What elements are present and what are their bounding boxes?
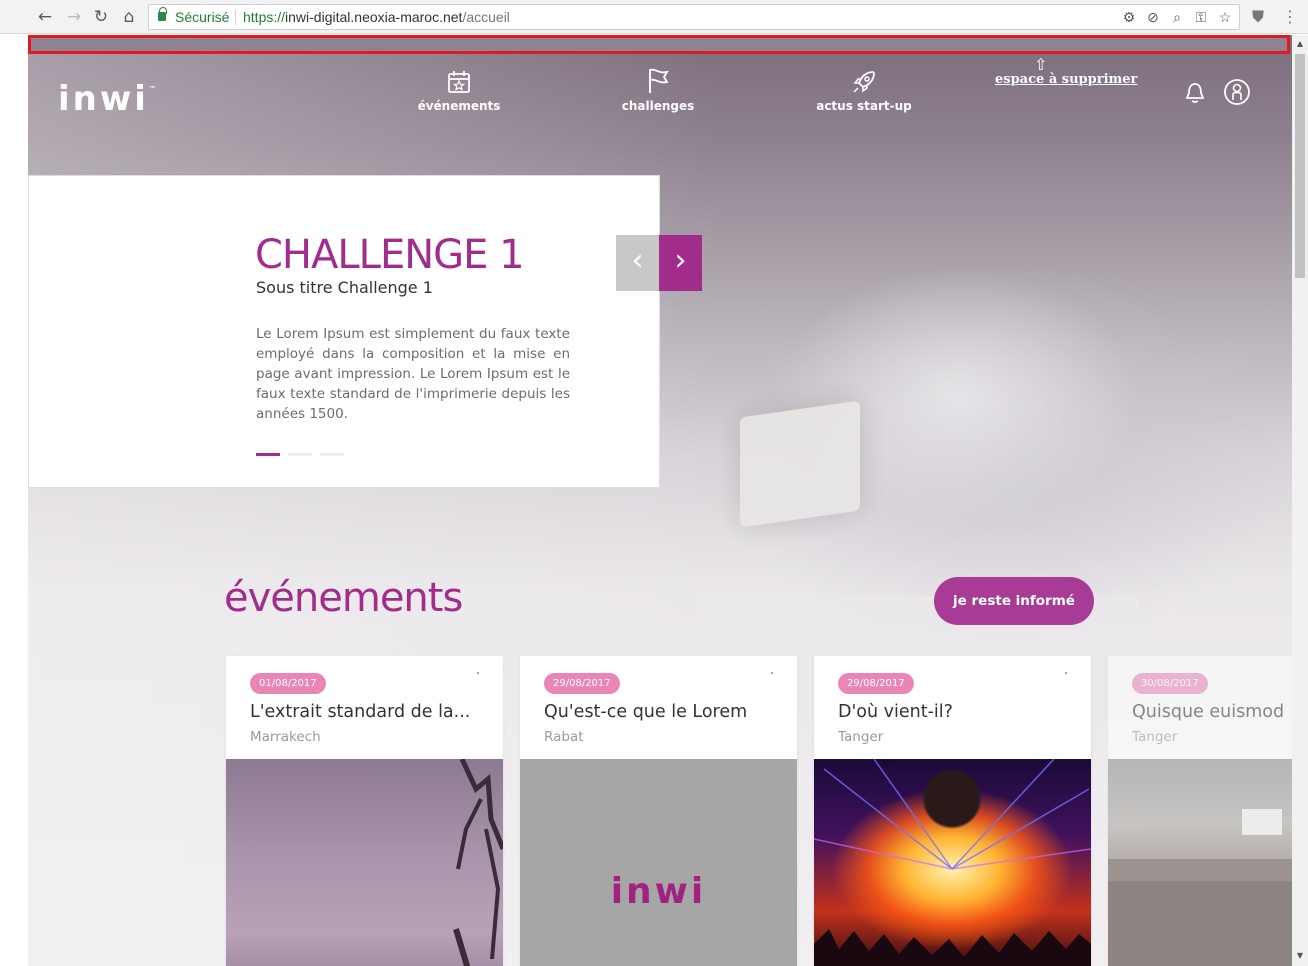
browser-toolbar: ← → ↻ ⌂ Sécurisé https://inwi-digital.ne…	[0, 0, 1308, 34]
event-title: L'extrait standard de la...	[250, 702, 471, 722]
event-image-conference	[1108, 759, 1292, 966]
rocket-icon	[853, 71, 875, 93]
bookmark-star-icon[interactable]: ☆	[1217, 5, 1233, 29]
event-city: Tanger	[1132, 729, 1178, 745]
url-host: inwi-digital.neoxia-maroc.net	[285, 9, 463, 25]
scroll-down-icon[interactable]: ▼	[1294, 950, 1306, 962]
hero-image-block	[740, 400, 860, 528]
slide-text: Le Lorem Ipsum est simplement du faux te…	[256, 326, 570, 422]
event-title: Quisque euismod	[1132, 702, 1285, 722]
flag-icon	[649, 68, 669, 93]
card-menu-icon[interactable]	[1065, 672, 1067, 674]
reload-icon[interactable]: ↻	[90, 6, 112, 28]
inwi-logo[interactable]: inwi™	[58, 79, 156, 119]
event-card[interactable]: 29/08/2017 Qu'est-ce que le Lorem Rabat …	[520, 656, 797, 966]
zoom-icon[interactable]: ⌕	[1169, 5, 1185, 29]
event-date-badge: 01/08/2017	[250, 673, 326, 694]
highlight-frame	[28, 35, 1290, 54]
nav-evenements[interactable]: événements	[389, 69, 529, 113]
site-settings-icon[interactable]: ⚙	[1121, 5, 1137, 29]
logo-trademark: ™	[148, 85, 156, 93]
event-card[interactable]: 30/08/2017 Quisque euismod Tanger	[1108, 656, 1292, 966]
secure-label: Sécurisé	[175, 9, 230, 25]
address-separator	[235, 10, 236, 25]
nav-challenges-label: challenges	[621, 99, 695, 113]
slide-next-button[interactable]: ›	[659, 235, 702, 291]
tree-branch-silhouette	[453, 757, 503, 966]
page-viewport: inwi™ événements challenges actus start-…	[28, 35, 1292, 966]
nav-actus-label: actus start-up	[816, 99, 912, 113]
event-image-concert	[814, 758, 1091, 966]
card-menu-icon[interactable]	[771, 672, 773, 674]
events-section-title: événements	[224, 575, 463, 621]
user-account-icon[interactable]	[1223, 78, 1251, 106]
key-icon[interactable]: ⚿	[1193, 5, 1209, 29]
event-city: Rabat	[544, 729, 584, 745]
scrollbar-thumb[interactable]	[1295, 54, 1305, 278]
slide-prev-button[interactable]: ‹	[616, 235, 659, 291]
nav-actus-startup[interactable]: actus start-up	[794, 69, 934, 113]
event-title: Qu'est-ce que le Lorem	[544, 702, 748, 722]
event-date-badge: 29/08/2017	[838, 673, 914, 694]
url-path: /accueil	[462, 9, 510, 25]
extension-shield-icon[interactable]: ⛊	[1248, 6, 1268, 28]
slide-dot-1[interactable]	[256, 453, 280, 456]
blocked-icon[interactable]: ⊘	[1145, 5, 1161, 29]
event-date-badge: 30/08/2017	[1132, 673, 1208, 694]
event-city: Tanger	[838, 729, 884, 745]
event-image-logo-text: inwi	[610, 871, 707, 912]
je-reste-informe-button[interactable]: je reste informé	[934, 577, 1094, 625]
card-menu-icon[interactable]	[477, 672, 479, 674]
address-bar-icons: ⚙ ⊘ ⌕ ⚿ ☆	[1121, 5, 1233, 29]
event-card[interactable]: 29/08/2017 D'où vient-il? Tanger	[814, 656, 1091, 966]
forward-icon[interactable]: →	[63, 6, 85, 28]
event-title: D'où vient-il?	[838, 702, 953, 722]
slide-dot-3[interactable]	[320, 453, 344, 456]
slide-pagination	[256, 453, 344, 456]
nav-challenges[interactable]: challenges	[588, 67, 728, 113]
annotation-espace-a-supprimer: espace à supprimer	[995, 72, 1138, 87]
url-text: https://inwi-digital.neoxia-maroc.net/ac…	[243, 5, 510, 29]
challenge-slide-card: CHALLENGE 1 Sous titre Challenge 1 Le Lo…	[28, 175, 660, 488]
event-card[interactable]: 01/08/2017 L'extrait standard de la... M…	[226, 656, 503, 966]
lock-icon	[158, 7, 167, 21]
slide-dot-2[interactable]	[288, 453, 312, 456]
scroll-up-icon[interactable]: ▲	[1294, 38, 1306, 50]
slide-subtitle: Sous titre Challenge 1	[256, 278, 433, 297]
menu-kebab-icon[interactable]: ⋮	[1280, 6, 1300, 28]
concert-lights-graphic	[814, 758, 1091, 966]
slide-title: CHALLENGE 1	[255, 232, 525, 278]
event-date-badge: 29/08/2017	[544, 673, 620, 694]
nav-evenements-label: événements	[417, 99, 501, 113]
conference-hall-graphic	[1108, 809, 1292, 966]
url-protocol: https://	[243, 9, 286, 25]
event-image-night-sky	[226, 757, 503, 966]
event-city: Marrakech	[250, 729, 321, 745]
bell-icon[interactable]	[1184, 81, 1206, 105]
home-icon[interactable]: ⌂	[118, 6, 140, 28]
address-bar[interactable]: Sécurisé https://inwi-digital.neoxia-mar…	[148, 4, 1240, 30]
logo-text: inwi	[58, 79, 149, 119]
back-icon[interactable]: ←	[34, 6, 56, 28]
event-image-inwi-logo: inwi	[520, 759, 797, 966]
calendar-star-icon	[448, 71, 470, 93]
